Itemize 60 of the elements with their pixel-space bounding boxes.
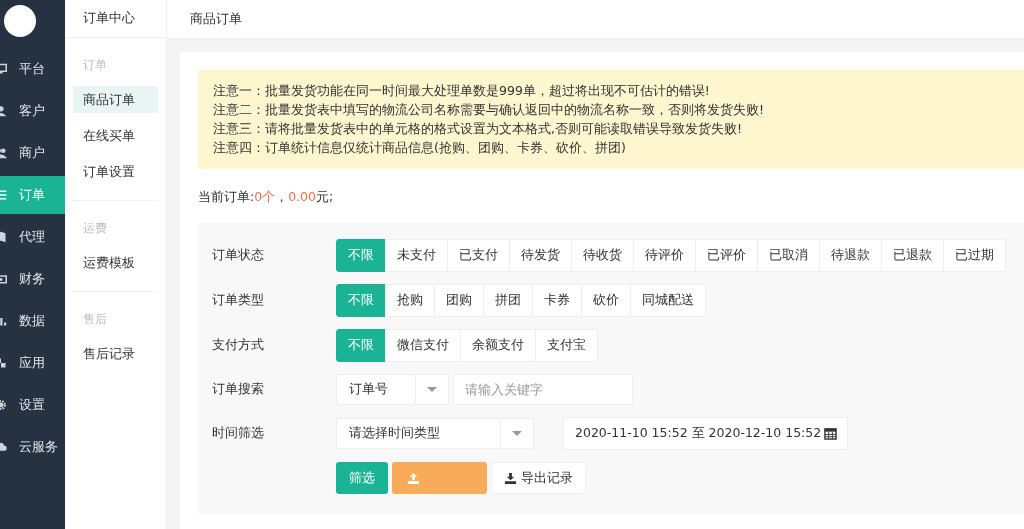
date-range-field[interactable]: 2020-11-10 15:52 至 2020-12-10 15:52: [563, 417, 849, 450]
notice-text: 注意三：请将批量发货表中的单元格的格式设置为文本格式,否则可能读取错误导致发货失败!: [213, 120, 743, 138]
filter-label: 支付方式: [212, 337, 265, 354]
filter-option[interactable]: 拼团: [483, 284, 533, 317]
sidebar-item[interactable]: 商品订单: [73, 86, 158, 113]
sidebar-item[interactable]: 售后记录: [73, 340, 158, 367]
filter-option[interactable]: 待退款: [819, 239, 882, 272]
upload-button[interactable]: [392, 462, 487, 494]
filter-option[interactable]: 卡券: [532, 284, 582, 317]
page-title: 商品订单: [190, 10, 242, 28]
upload-icon: [407, 471, 420, 485]
filter-option[interactable]: 砍价: [581, 284, 631, 317]
order-summary: 当前订单:0个，0.00元;: [198, 189, 334, 206]
filter-option[interactable]: 未支付: [385, 239, 448, 272]
keyword-field[interactable]: 请输入关键字: [453, 374, 633, 405]
notice-text: 注意一：批量发货功能在同一时间最大处理单数是999单，超过将出现不可估计的错误!: [213, 82, 711, 100]
sidebar-item[interactable]: 在线买单: [73, 122, 158, 149]
nav-item[interactable]: 云服务: [0, 428, 65, 466]
nav-item[interactable]: 客户: [0, 92, 65, 130]
filter-label: 时间筛选: [212, 425, 265, 442]
nav-item[interactable]: 设置: [0, 386, 65, 424]
download-icon: [504, 471, 517, 485]
group-heading: 运费: [82, 220, 108, 237]
filter-option[interactable]: 余额支付: [460, 329, 536, 362]
group-heading: 订单: [82, 57, 108, 74]
nav-item[interactable]: 平台: [0, 50, 65, 88]
filter-option[interactable]: 团购: [434, 284, 484, 317]
filter-option[interactable]: 已退款: [881, 239, 944, 272]
filter-option[interactable]: 待评价: [633, 239, 696, 272]
logo: [4, 5, 36, 37]
sidebar-title: 订单中心: [65, 0, 166, 38]
nav-item[interactable]: 财务: [0, 260, 65, 298]
notice-text: 注意二：批量发货表中填写的物流公司名称需要与确认返回中的物流名称一致，否则将发货失败!: [213, 101, 765, 119]
nav-item[interactable]: 数据: [0, 302, 65, 340]
filter-option[interactable]: 已评价: [695, 239, 758, 272]
nav-item[interactable]: 代理: [0, 218, 65, 256]
sidebar-item[interactable]: 订单设置: [73, 158, 158, 185]
filter-label: 订单搜索: [212, 381, 265, 398]
filter-option[interactable]: 同城配送: [630, 284, 706, 317]
calendar-icon: [824, 427, 838, 440]
group-heading: 售后: [82, 311, 108, 328]
select-field[interactable]: 订单号: [336, 374, 449, 405]
filter-option[interactable]: 已取消: [757, 239, 820, 272]
nav-item[interactable]: 商户: [0, 134, 65, 172]
notice-text: 注意四：订单统计信息仅统计商品信息(抢购、团购、卡券、砍价、拼团): [213, 139, 627, 157]
filter-label: 订单状态: [212, 247, 265, 264]
filter-option[interactable]: 已过期: [943, 239, 1006, 272]
filter-option[interactable]: 支付宝: [535, 329, 598, 362]
filter-option[interactable]: 抢购: [385, 284, 435, 317]
filter-label: 订单类型: [212, 292, 265, 309]
sidebar-item[interactable]: 运费模板: [73, 249, 158, 276]
filter-option[interactable]: 待发货: [509, 239, 572, 272]
caret-icon: [427, 387, 437, 392]
filter-option[interactable]: 待收货: [571, 239, 634, 272]
filter-option[interactable]: 已支付: [447, 239, 510, 272]
select-field[interactable]: 请选择时间类型: [336, 418, 534, 449]
filter-option[interactable]: 微信支付: [385, 329, 461, 362]
export-button[interactable]: 导出记录: [491, 462, 586, 494]
nav-item[interactable]: 应用: [0, 344, 65, 382]
caret-icon: [512, 431, 522, 436]
